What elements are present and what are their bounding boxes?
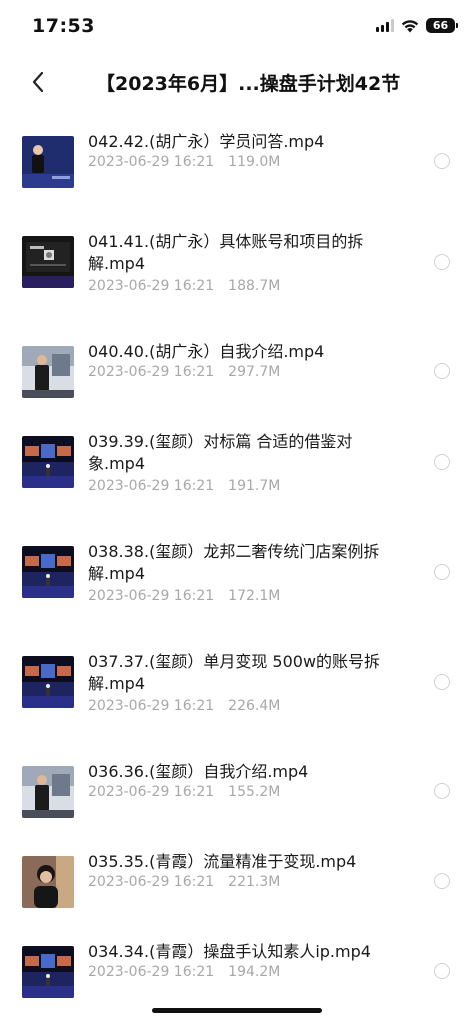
select-radio[interactable] <box>434 783 450 799</box>
file-row[interactable]: 035.35.(青霞）流量精准于变现.mp4 2023-06-29 16:21 22… <box>0 838 473 938</box>
file-size: 297.7M <box>228 364 281 380</box>
video-thumbnail <box>22 656 74 708</box>
file-date: 2023-06-29 16:21 <box>88 154 215 170</box>
file-meta: 2023-06-29 16:21 155.2M <box>88 784 280 800</box>
file-name: 037.37.(玺颜）单月变现 500w的账号拆解.mp4 <box>88 652 381 693</box>
file-row[interactable]: 039.39.(玺颜）对标篇 合适的借鉴对象.mp4 2023-06-29 16:… <box>0 418 473 518</box>
video-thumbnail <box>22 236 74 288</box>
file-date: 2023-06-29 16:21 <box>88 964 215 980</box>
video-thumbnail <box>22 946 74 998</box>
file-name: 036.36.(玺颜）自我介绍.mp4 <box>88 762 309 781</box>
select-radio[interactable] <box>434 454 450 470</box>
status-time: 17:53 <box>32 15 95 37</box>
back-button[interactable] <box>22 66 54 98</box>
page-title: 【2023年6月】...操盘手计划42节 <box>96 73 401 95</box>
file-size: 191.7M <box>228 478 281 494</box>
nav-bar: 【2023年6月】...操盘手计划42节 <box>0 58 473 106</box>
select-radio[interactable] <box>434 153 450 169</box>
video-thumbnail <box>22 546 74 598</box>
file-name: 040.40.(胡广永）自我介绍.mp4 <box>88 342 325 361</box>
file-row[interactable]: 041.41.(胡广永）具体账号和项目的拆解.mp4 2023-06-29 16:… <box>0 218 473 318</box>
file-date: 2023-06-29 16:21 <box>88 874 215 890</box>
select-radio[interactable] <box>434 873 450 889</box>
file-meta: 2023-06-29 16:21 172.1M <box>88 588 280 604</box>
file-name: 038.38.(玺颜）龙邦二奢传统门店案例拆解.mp4 <box>88 542 380 583</box>
file-row[interactable]: 038.38.(玺颜）龙邦二奢传统门店案例拆解.mp4 2023-06-29 16… <box>0 528 473 628</box>
file-row[interactable]: 036.36.(玺颜）自我介绍.mp4 2023-06-29 16:21 155.2… <box>0 748 473 848</box>
file-name: 039.39.(玺颜）对标篇 合适的借鉴对象.mp4 <box>88 432 353 473</box>
file-meta: 2023-06-29 16:21 297.7M <box>88 364 280 380</box>
wifi-icon <box>401 19 419 32</box>
select-radio[interactable] <box>434 254 450 270</box>
select-radio[interactable] <box>434 963 450 979</box>
chevron-left-icon <box>32 71 44 93</box>
file-date: 2023-06-29 16:21 <box>88 784 215 800</box>
file-meta: 2023-06-29 16:21 221.3M <box>88 874 280 890</box>
file-name: 035.35.(青霞）流量精准于变现.mp4 <box>88 852 357 871</box>
file-date: 2023-06-29 16:21 <box>88 278 215 294</box>
file-size: 119.0M <box>228 154 281 170</box>
status-bar: 17:53 66 <box>0 0 473 56</box>
video-thumbnail <box>22 856 74 908</box>
video-thumbnail <box>22 136 74 188</box>
file-date: 2023-06-29 16:21 <box>88 478 215 494</box>
video-thumbnail <box>22 346 74 398</box>
battery-icon: 66 <box>426 18 458 33</box>
file-size: 188.7M <box>228 278 281 294</box>
status-icons: 66 <box>376 18 458 33</box>
home-indicator <box>152 1008 322 1013</box>
file-date: 2023-06-29 16:21 <box>88 364 215 380</box>
file-size: 194.2M <box>228 964 281 980</box>
file-size: 172.1M <box>228 588 281 604</box>
select-radio[interactable] <box>434 363 450 379</box>
file-row[interactable]: 042.42.(胡广永）学员问答.mp4 2023-06-29 16:21 119.… <box>0 118 473 218</box>
file-meta: 2023-06-29 16:21 188.7M <box>88 278 280 294</box>
video-thumbnail <box>22 436 74 488</box>
video-thumbnail <box>22 766 74 818</box>
select-radio[interactable] <box>434 564 450 580</box>
file-name: 042.42.(胡广永）学员问答.mp4 <box>88 132 325 151</box>
file-meta: 2023-06-29 16:21 194.2M <box>88 964 280 980</box>
file-size: 155.2M <box>228 784 281 800</box>
file-size: 226.4M <box>228 698 281 714</box>
file-name: 034.34.(青霞）操盘手认知素人ip.mp4 <box>88 942 371 961</box>
file-row[interactable]: 037.37.(玺颜）单月变现 500w的账号拆解.mp4 2023-06-29 … <box>0 638 473 738</box>
file-date: 2023-06-29 16:21 <box>88 588 215 604</box>
cellular-signal-icon <box>376 19 394 32</box>
file-date: 2023-06-29 16:21 <box>88 698 215 714</box>
file-meta: 2023-06-29 16:21 191.7M <box>88 478 280 494</box>
file-name: 041.41.(胡广永）具体账号和项目的拆解.mp4 <box>88 232 364 273</box>
file-size: 221.3M <box>228 874 281 890</box>
file-meta: 2023-06-29 16:21 119.0M <box>88 154 280 170</box>
file-row[interactable]: 040.40.(胡广永）自我介绍.mp4 2023-06-29 16:21 297.… <box>0 328 473 428</box>
file-meta: 2023-06-29 16:21 226.4M <box>88 698 280 714</box>
select-radio[interactable] <box>434 674 450 690</box>
